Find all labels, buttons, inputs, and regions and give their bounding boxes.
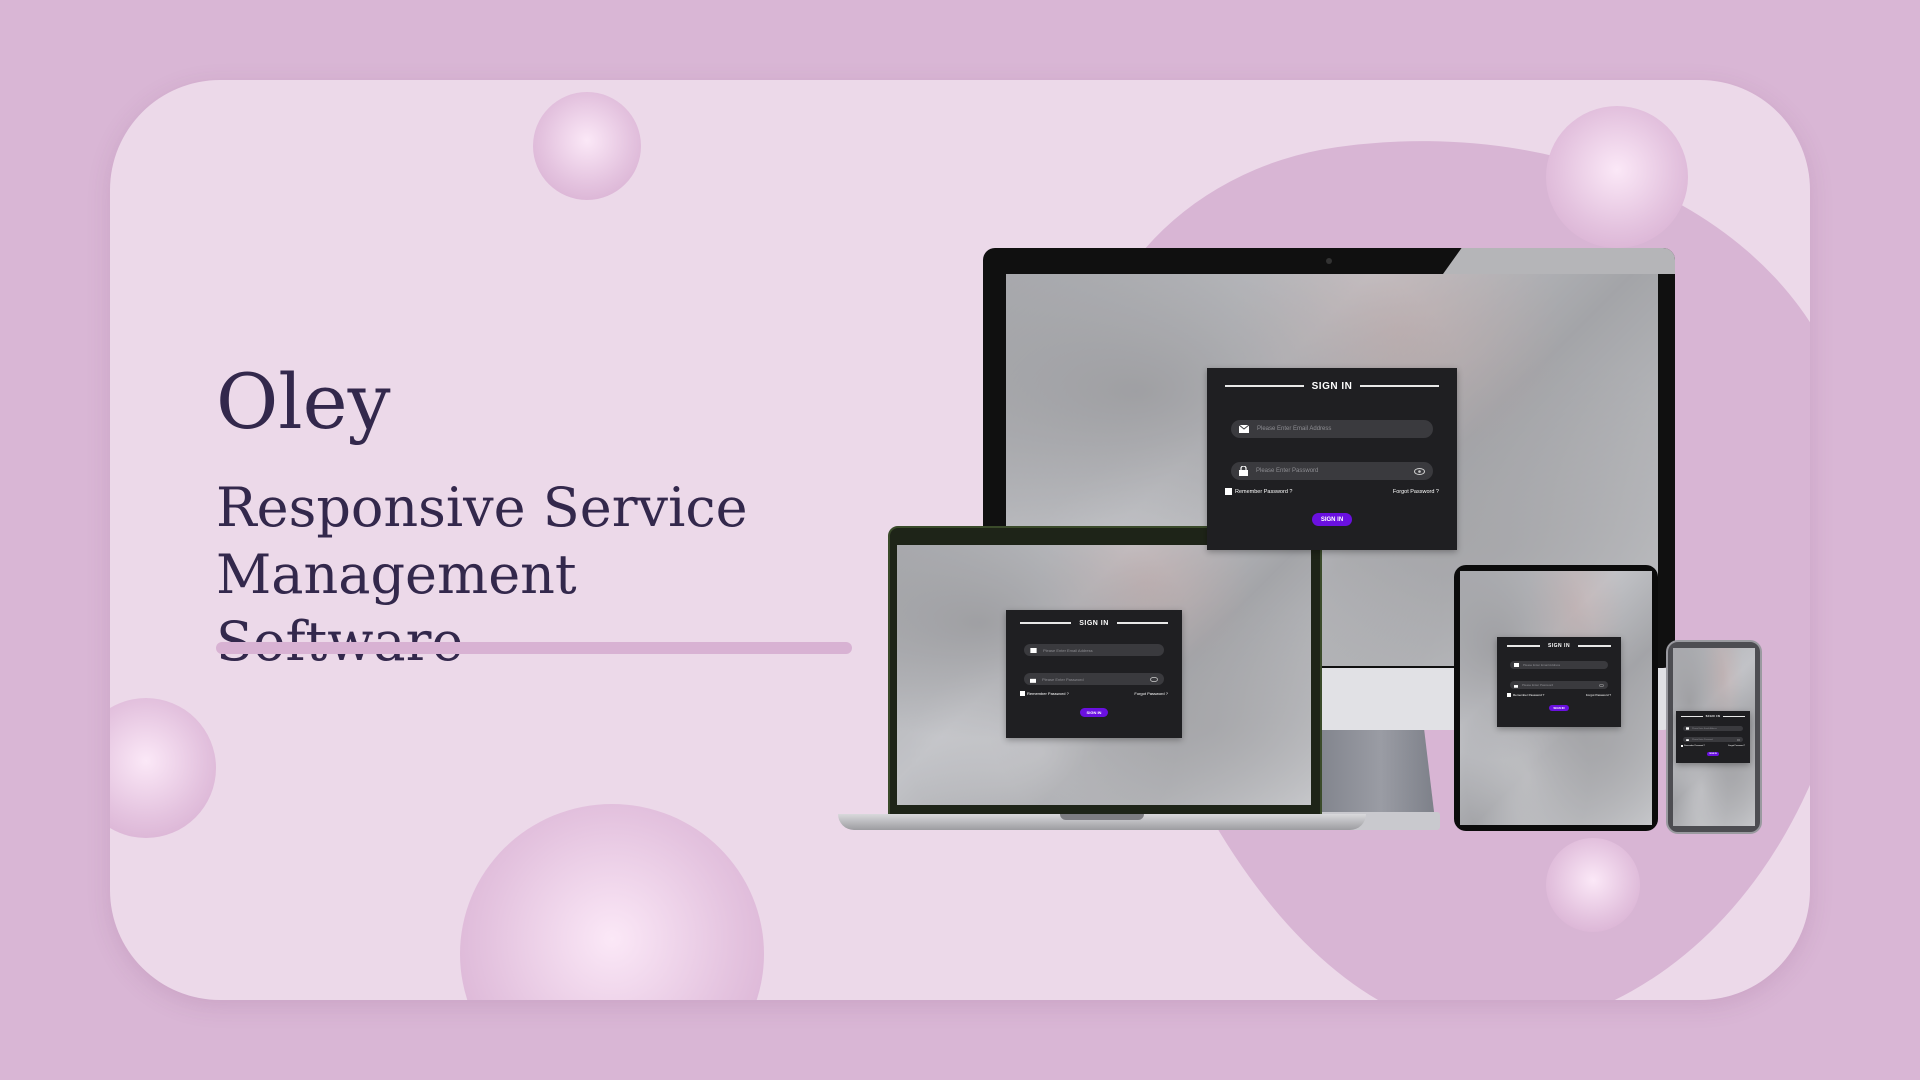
decor-bubble <box>110 698 216 838</box>
forgot-password-link[interactable]: Forgot Password ? <box>1586 693 1611 697</box>
lock-icon <box>1514 683 1518 688</box>
lock-icon <box>1686 738 1689 741</box>
remember-checkbox[interactable]: Remember Password ? <box>1681 745 1705 747</box>
email-placeholder: Please Enter Email Address <box>1043 647 1093 653</box>
decor-bubble <box>1546 838 1640 932</box>
login-heading: SIGN IN <box>1681 711 1746 721</box>
password-field[interactable]: Please Enter Password <box>1231 462 1433 480</box>
eye-icon[interactable] <box>1599 683 1604 687</box>
sign-in-button[interactable]: SIGN IN <box>1080 708 1108 717</box>
laptop-notch <box>1060 814 1144 820</box>
email-placeholder: Please Enter Email Address <box>1692 727 1717 730</box>
password-placeholder: Please Enter Password <box>1042 676 1084 682</box>
login-heading: SIGN IN <box>1225 368 1440 404</box>
remember-checkbox[interactable]: Remember Password ? <box>1507 693 1544 697</box>
remember-label: Remember Password ? <box>1684 745 1705 747</box>
tablet-login-panel: SIGN IN Please Enter Email Address Pleas… <box>1497 637 1621 727</box>
monitor-login-panel: SIGN IN Please Enter Email Address Pleas… <box>1207 368 1457 550</box>
lock-icon <box>1030 676 1036 683</box>
sign-in-button[interactable]: SIGN IN <box>1707 752 1719 756</box>
forgot-password-link[interactable]: Forgot Password ? <box>1728 745 1745 747</box>
sign-in-button[interactable]: SIGN IN <box>1312 513 1352 526</box>
password-field[interactable]: Please Enter Password <box>1510 681 1608 689</box>
password-field[interactable]: Please Enter Password <box>1024 673 1164 685</box>
login-options-row: Remember Password ? Forgot Password ? <box>1681 745 1745 747</box>
monitor-glare <box>1443 248 1675 274</box>
eye-icon[interactable] <box>1414 467 1425 475</box>
password-placeholder: Please Enter Password <box>1692 738 1713 741</box>
eye-icon[interactable] <box>1150 676 1158 682</box>
decor-bubble <box>533 92 641 200</box>
password-placeholder: Please Enter Password <box>1256 468 1319 474</box>
forgot-password-link[interactable]: Forgot Password ? <box>1134 691 1168 696</box>
title-divider <box>216 642 852 654</box>
email-placeholder: Please Enter Email Address <box>1523 663 1561 667</box>
login-options-row: Remember Password ? Forgot Password ? <box>1507 693 1611 697</box>
remember-checkbox[interactable]: Remember Password ? <box>1020 691 1069 696</box>
mail-icon <box>1239 425 1249 433</box>
email-field[interactable]: Please Enter Email Address <box>1683 726 1743 731</box>
login-options-row: Remember Password ? Forgot Password ? <box>1020 691 1168 696</box>
lock-icon <box>1239 466 1248 476</box>
email-placeholder: Please Enter Email Address <box>1257 426 1332 432</box>
email-field[interactable]: Please Enter Email Address <box>1024 644 1164 656</box>
login-heading: SIGN IN <box>1507 637 1611 655</box>
forgot-password-link[interactable]: Forgot Password ? <box>1393 489 1439 495</box>
email-field[interactable]: Please Enter Email Address <box>1231 420 1433 438</box>
mail-icon <box>1514 663 1519 667</box>
monitor-camera <box>1326 258 1332 264</box>
remember-label: Remember Password ? <box>1027 691 1069 696</box>
product-title: Oley <box>216 357 391 446</box>
remember-label: Remember Password ? <box>1235 488 1293 495</box>
password-placeholder: Please Enter Password <box>1522 683 1554 687</box>
email-field[interactable]: Please Enter Email Address <box>1510 661 1608 669</box>
eye-icon[interactable] <box>1737 738 1740 741</box>
login-heading: SIGN IN <box>1020 610 1168 636</box>
phone-login-panel: SIGN IN Please Enter Email Address Pleas… <box>1676 711 1750 763</box>
login-options-row: Remember Password ? Forgot Password ? <box>1225 488 1439 495</box>
mail-icon <box>1030 647 1037 653</box>
laptop-login-panel: SIGN IN Please Enter Email Address Pleas… <box>1006 610 1182 738</box>
password-field[interactable]: Please Enter Password <box>1683 737 1743 742</box>
sign-in-button[interactable]: SIGN IN <box>1549 705 1569 711</box>
remember-label: Remember Password ? <box>1513 693 1545 697</box>
mail-icon <box>1686 727 1689 730</box>
remember-checkbox[interactable]: Remember Password ? <box>1225 488 1292 495</box>
decor-bubble <box>1546 106 1688 248</box>
decor-bubble <box>460 804 764 1000</box>
